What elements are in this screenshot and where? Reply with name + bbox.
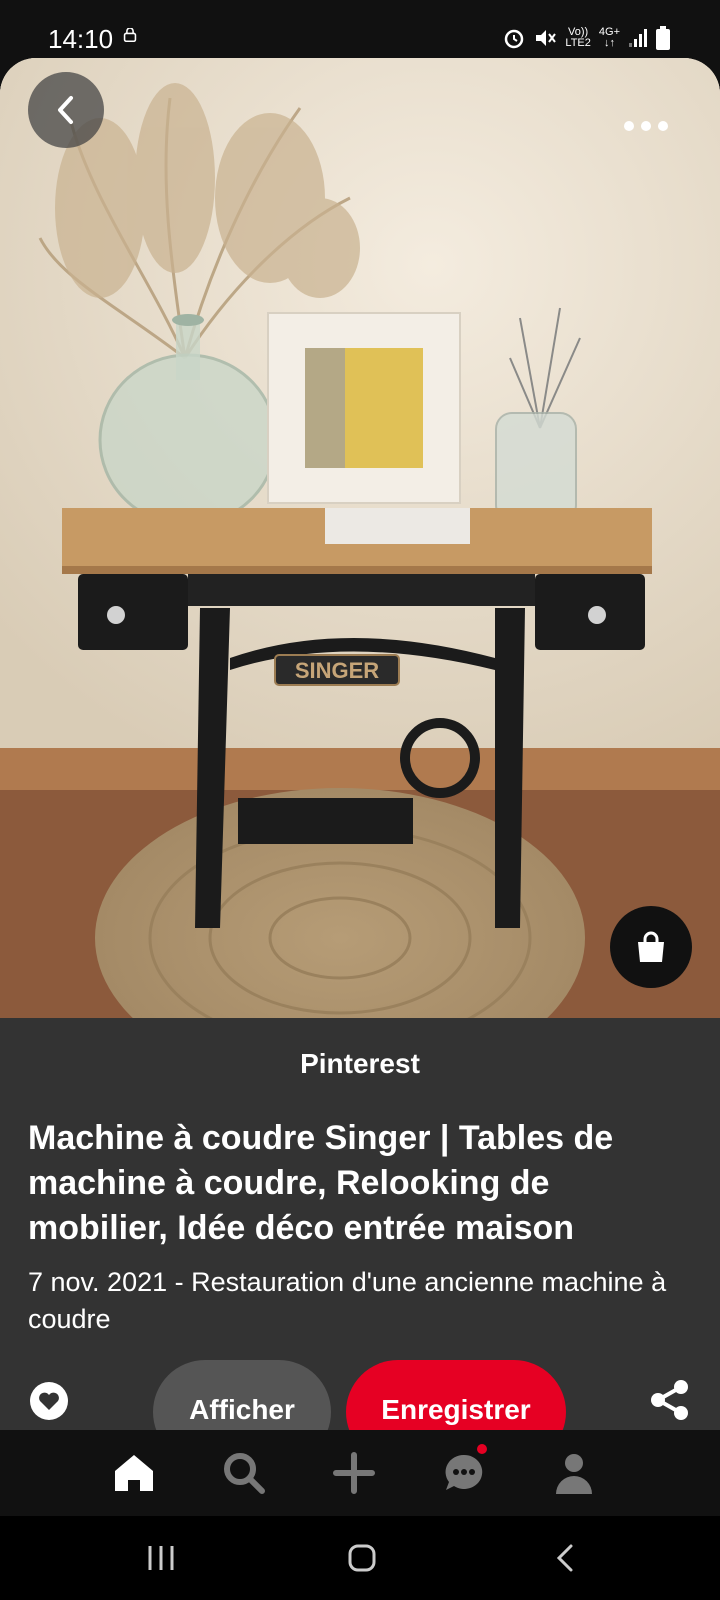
pin-photo: SINGER (0, 58, 720, 1018)
recents-button[interactable] (141, 1538, 181, 1578)
home-icon (115, 1455, 153, 1491)
status-icons: Vo)) LTE2 4G+ ↓↑ (503, 26, 670, 50)
home-circle-icon (348, 1544, 376, 1572)
back-icon (58, 96, 73, 124)
back-system-button[interactable] (545, 1538, 585, 1578)
nav-home[interactable] (109, 1448, 159, 1498)
signal-icon (629, 29, 647, 47)
bottom-nav (0, 1430, 720, 1516)
reaction-heart-icon[interactable] (28, 1380, 70, 1422)
shop-button[interactable] (610, 906, 692, 988)
battery-icon (656, 26, 670, 50)
network-label: Vo)) LTE2 (565, 26, 591, 49)
singer-plate: SINGER (295, 658, 379, 683)
home-system-button[interactable] (342, 1538, 382, 1578)
share-icon[interactable] (648, 1378, 692, 1422)
nav-create[interactable] (329, 1448, 379, 1498)
pin-source[interactable]: Pinterest (0, 1048, 720, 1080)
system-nav-bar (0, 1516, 720, 1600)
nav-messages[interactable] (439, 1444, 489, 1498)
shopping-bag-icon (638, 931, 664, 962)
status-time: 14:10 (48, 24, 114, 54)
more-options-button[interactable] (616, 112, 676, 140)
notification-dot (477, 1444, 487, 1454)
pin-image[interactable]: SINGER (0, 58, 720, 1018)
pin-description: 7 nov. 2021 - Restauration d'une ancienn… (28, 1267, 667, 1334)
nav-profile[interactable] (549, 1448, 599, 1498)
mute-icon (536, 30, 557, 46)
recents-icon (148, 1546, 174, 1570)
pin-details-sheet: Pinterest Machine à coudre Singer | Tabl… (0, 1018, 720, 1464)
chevron-left-icon (556, 1544, 573, 1572)
more-icon (624, 121, 634, 131)
plus-icon (333, 1452, 375, 1494)
back-button[interactable] (28, 72, 104, 148)
signal-type-label: 4G+ ↓↑ (598, 26, 620, 49)
pin-title: Machine à coudre Singer | Tables de mach… (28, 1119, 614, 1247)
chat-icon (445, 1454, 483, 1490)
alarm-icon (505, 29, 524, 49)
lock-icon (123, 28, 137, 42)
profile-icon (556, 1454, 592, 1494)
status-bar: 14:10 Vo)) LTE2 4G+ ↓↑ (0, 0, 720, 58)
search-icon (224, 1453, 265, 1494)
nav-search[interactable] (219, 1448, 269, 1498)
